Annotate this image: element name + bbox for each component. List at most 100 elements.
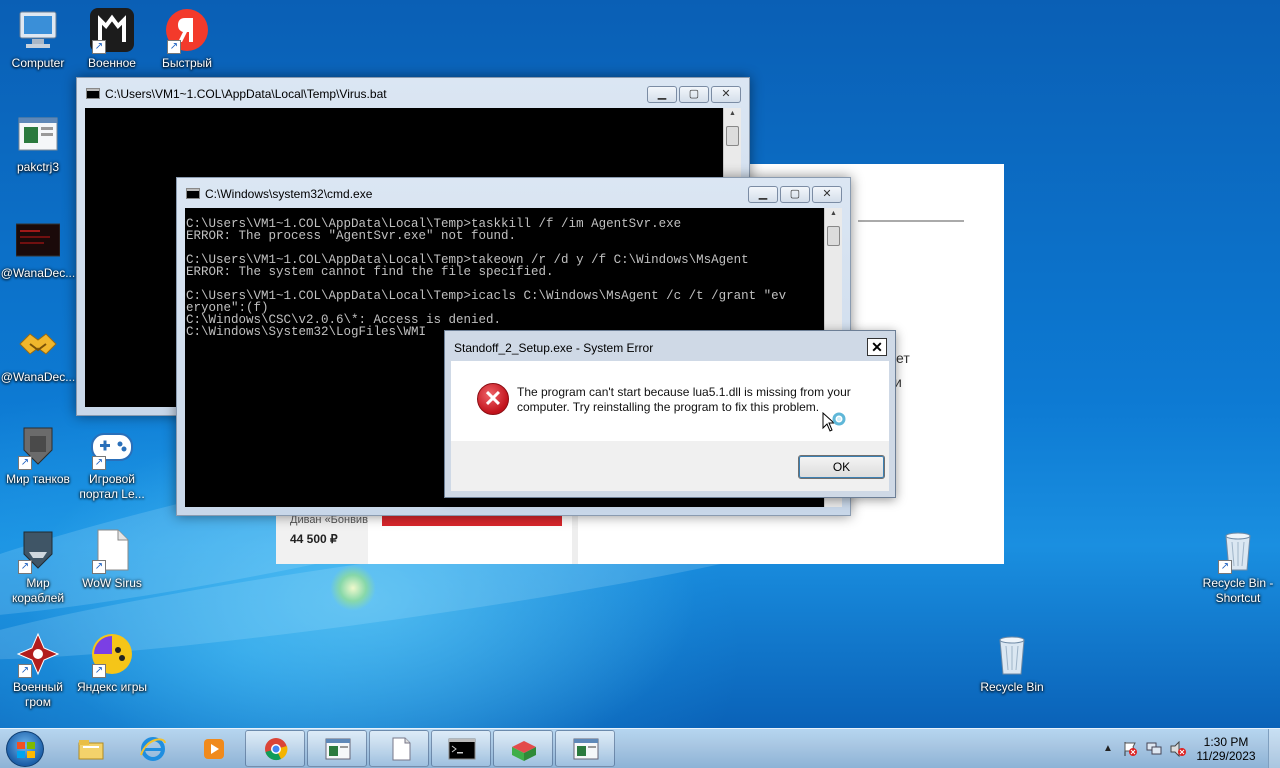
action-center-flag-icon[interactable] — [1122, 741, 1138, 757]
window-icon — [573, 738, 599, 760]
scroll-thumb[interactable] — [827, 226, 840, 246]
desktop-icon-voenny-grom[interactable]: ↗ Военный гром — [0, 632, 76, 710]
shortcut-arrow-icon: ↗ — [92, 560, 106, 574]
clock-time: 1:30 PM — [1203, 735, 1249, 749]
explorer-icon — [78, 740, 104, 760]
shortcut-arrow-icon: ↗ — [167, 40, 181, 54]
desktop-icon-label: Военное — [88, 56, 136, 70]
console-line: ERROR: The system cannot find the file s… — [186, 265, 554, 279]
recycle-bin-icon — [990, 632, 1034, 676]
desktop-icon-yandex-igry[interactable]: ↗ Яндекс игры — [74, 632, 150, 695]
taskbar-installer-button[interactable] — [493, 730, 553, 767]
desktop-icon-label: pakctrj3 — [16, 160, 60, 174]
document-icon — [392, 737, 411, 761]
text-fragment: ет — [896, 350, 910, 366]
start-button[interactable] — [6, 731, 44, 767]
window-controls: ▁ ▢ ✕ — [748, 186, 842, 203]
minimize-button[interactable]: ▁ — [647, 86, 677, 103]
network-icon[interactable] — [1146, 741, 1162, 757]
shortcut-arrow-icon: ↗ — [1218, 560, 1232, 574]
console-line: ERROR: The process "AgentSvr.exe" not fo… — [186, 229, 517, 243]
desktop: Computer pakctrj3 @WanaDec... @WanaDec..… — [0, 0, 1280, 728]
desktop-icon-label: Игровой портал Le... — [79, 472, 145, 501]
war-thunder-icon: ↗ — [16, 632, 60, 678]
scroll-thumb[interactable] — [726, 126, 739, 146]
gamepad-icon: ↗ — [90, 424, 134, 470]
dialog-title: Standoff_2_Setup.exe - System Error — [454, 341, 654, 355]
desktop-icon-recycle-bin-shortcut[interactable]: ↗ Recycle Bin - Shortcut — [1198, 528, 1278, 606]
desktop-icon-label: @WanaDec... — [0, 370, 76, 384]
taskbar: ▲ 1:30 PM 11/29/2023 — [0, 728, 1280, 768]
desktop-icon-label: Recycle Bin — [980, 680, 1044, 694]
ship-shield-icon: ↗ — [16, 528, 60, 574]
desktop-icon-bystry[interactable]: ↗ Быстрый — [149, 8, 225, 71]
taskbar-ie-button[interactable] — [122, 730, 182, 767]
application-window-icon — [16, 112, 60, 156]
shortcut-arrow-icon: ↗ — [18, 664, 32, 678]
desktop-icon-voennoe[interactable]: ↗ Военное — [74, 8, 150, 71]
taskbar-explorer-button[interactable] — [60, 730, 120, 767]
window-controls: ▁ ▢ ✕ — [647, 86, 741, 103]
cmd-icon — [448, 738, 476, 760]
taskbar-media-player-button[interactable] — [183, 730, 243, 767]
product-price: 44 500 ₽ — [290, 532, 338, 546]
yandex-games-icon: ↗ — [90, 632, 134, 678]
taskbar-document-button[interactable] — [369, 730, 429, 767]
wallpaper-logo-glow — [330, 565, 376, 611]
shortcut-arrow-icon: ↗ — [92, 40, 106, 54]
ok-button[interactable]: OK — [798, 455, 885, 479]
maximize-button[interactable]: ▢ — [780, 186, 810, 203]
desktop-icon-label: Мир танков — [6, 472, 70, 486]
clock[interactable]: 1:30 PM 11/29/2023 — [1192, 735, 1260, 763]
desktop-icon-mir-korabley[interactable]: ↗ Мир кораблей — [0, 528, 76, 606]
shortcut-arrow-icon: ↗ — [92, 456, 106, 470]
divider — [858, 220, 964, 222]
shortcut-arrow-icon: ↗ — [18, 560, 32, 574]
desktop-icon-wanadecryptor-2[interactable]: @WanaDec... — [0, 322, 76, 385]
windows-logo-icon — [17, 742, 35, 758]
error-icon: ✕ — [477, 383, 509, 415]
desktop-icon-label: @WanaDec... — [0, 266, 76, 280]
handshake-icon — [16, 322, 60, 366]
desktop-icon-label: Recycle Bin - Shortcut — [1202, 576, 1274, 605]
close-button[interactable]: ✕ — [711, 86, 741, 103]
dialog-close-button[interactable]: ✕ — [867, 338, 887, 356]
scroll-up-icon[interactable]: ▲ — [827, 210, 840, 218]
volume-muted-icon[interactable] — [1170, 741, 1186, 757]
close-button[interactable]: ✕ — [812, 186, 842, 203]
desktop-icon-mir-tankov[interactable]: ↗ Мир танков — [0, 424, 76, 487]
ie-icon — [140, 737, 166, 761]
minimize-button[interactable]: ▁ — [748, 186, 778, 203]
desktop-icon-wanadecryptor-1[interactable]: @WanaDec... — [0, 218, 76, 281]
taskbar-cmd-button[interactable] — [431, 730, 491, 767]
window-icon — [325, 738, 351, 760]
recycle-bin-icon: ↗ — [1216, 528, 1260, 574]
dialog-footer: OK — [451, 441, 889, 491]
show-hidden-icons-button[interactable]: ▲ — [1100, 741, 1116, 757]
taskbar-window-button[interactable] — [307, 730, 367, 767]
desktop-icon-pakctrj3[interactable]: pakctrj3 — [0, 112, 76, 175]
maximize-button[interactable]: ▢ — [679, 86, 709, 103]
console-line: C:\Users\VM1~1.COL\AppData\Local\Temp>ic… — [186, 289, 787, 303]
shortcut-arrow-icon: ↗ — [92, 664, 106, 678]
desktop-icon-recycle-bin[interactable]: Recycle Bin — [974, 632, 1050, 695]
desktop-icon-label: Военный гром — [13, 680, 63, 709]
tank-shield-icon: ↗ — [16, 424, 60, 470]
show-desktop-button[interactable] — [1268, 729, 1280, 768]
clock-date: 11/29/2023 — [1196, 749, 1256, 763]
taskbar-chrome-button[interactable] — [245, 730, 305, 767]
desktop-icon-igrovoy-portal[interactable]: ↗ Игровой портал Le... — [74, 424, 150, 502]
taskbar-window-button-2[interactable] — [555, 730, 615, 767]
scroll-up-icon[interactable]: ▲ — [726, 110, 739, 118]
chrome-icon — [265, 738, 288, 761]
shortcut-arrow-icon: ↗ — [18, 456, 32, 470]
desktop-icon-label: WoW Sirus — [82, 576, 142, 590]
product-image — [382, 516, 562, 526]
computer-icon — [16, 8, 60, 52]
yandex-browser-icon: ↗ — [165, 8, 209, 54]
wanadecryptor-icon — [15, 218, 61, 262]
desktop-icon-computer[interactable]: Computer — [0, 8, 76, 71]
blank-document-icon: ↗ — [90, 528, 134, 574]
desktop-icon-wow-sirus[interactable]: ↗ WoW Sirus — [74, 528, 150, 591]
desktop-icon-label: Computer — [11, 56, 65, 70]
